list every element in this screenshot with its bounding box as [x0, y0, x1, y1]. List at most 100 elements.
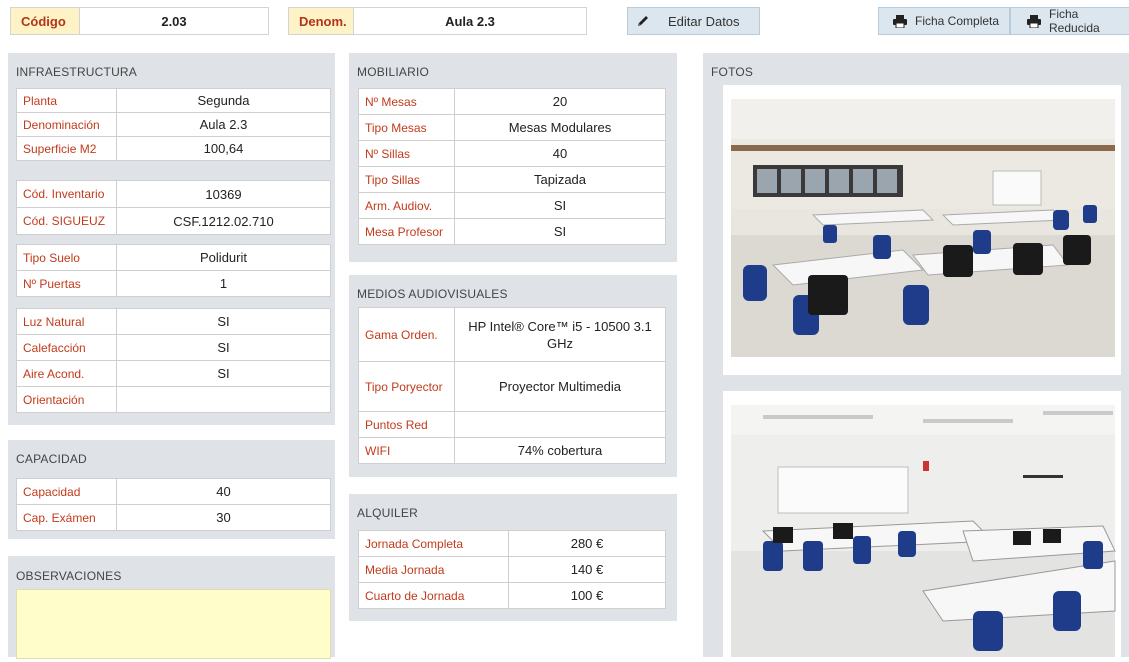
codigo-value: 2.03: [161, 13, 187, 29]
alquiler-title: ALQUILER: [357, 506, 418, 520]
row-value: 10369: [116, 180, 331, 208]
row-value: 30: [116, 504, 331, 531]
row-value: 1: [116, 270, 331, 297]
denom-value: Aula 2.3: [445, 13, 495, 29]
table-row: Planta Segunda: [16, 88, 331, 113]
row-label: Puntos Red: [358, 411, 455, 438]
ficha-reducida-button[interactable]: Ficha Reducida: [1010, 7, 1129, 35]
row-value: SI: [454, 218, 666, 245]
table-row: Nº Puertas 1: [16, 270, 331, 297]
row-value: HP Intel® Core™ i5 - 10500 3.1 GHz: [454, 307, 666, 362]
table-row: Denominación Aula 2.3: [16, 112, 331, 137]
edit-data-button[interactable]: Editar Datos: [627, 7, 760, 35]
table-row: Cap. Exámen 30: [16, 504, 331, 531]
row-label: Gama Orden.: [358, 307, 455, 362]
row-value: 74% cobertura: [454, 437, 666, 464]
row-label: Calefacción: [16, 334, 117, 361]
row-label: Nº Puertas: [16, 270, 117, 297]
row-label: Planta: [16, 88, 117, 113]
row-value: Aula 2.3: [116, 112, 331, 137]
alquiler-table: Jornada Completa 280 € Media Jornada 140 €…: [358, 530, 666, 609]
row-value: 100,64: [116, 136, 331, 161]
infraestructura-table-3: Tipo Suelo Polidurit Nº Puertas 1: [16, 244, 331, 297]
row-label: Tipo Suelo: [16, 244, 117, 271]
table-row: Gama Orden. HP Intel® Core™ i5 - 10500 3.…: [358, 307, 666, 362]
table-row: Calefacción SI: [16, 334, 331, 361]
capacidad-title: CAPACIDAD: [16, 452, 87, 466]
row-label: Nº Sillas: [358, 140, 455, 167]
printer-icon: [1027, 14, 1041, 28]
codigo-value-field: 2.03: [79, 7, 269, 35]
row-value: SI: [116, 334, 331, 361]
row-label: Aire Acond.: [16, 360, 117, 387]
medios-panel: MEDIOS AUDIOVISUALES Gama Orden. HP Intel…: [349, 275, 677, 477]
infraestructura-table-4: Luz Natural SI Calefacción SI Aire Acond. S…: [16, 308, 331, 413]
mobiliario-panel: MOBILIARIO Nº Mesas 20 Tipo Mesas Mesas Mo…: [349, 53, 677, 262]
denom-value-field: Aula 2.3: [353, 7, 587, 35]
row-value: 40: [116, 478, 331, 505]
table-row: Mesa Profesor SI: [358, 218, 666, 245]
row-label: Mesa Profesor: [358, 218, 455, 245]
table-row: Puntos Red: [358, 411, 666, 438]
pencil-icon: [636, 14, 650, 28]
row-value: [116, 386, 331, 413]
ficha-completa-label: Ficha Completa: [915, 14, 1000, 28]
row-value: Proyector Multimedia: [454, 361, 666, 412]
classroom-photo-1[interactable]: [723, 85, 1121, 375]
denom-label: Denom.: [299, 13, 347, 29]
row-label: Nº Mesas: [358, 88, 455, 115]
row-value: 280 €: [508, 530, 666, 557]
row-label: Cód. Inventario: [16, 180, 117, 208]
table-row: Tipo Poryector Proyector Multimedia: [358, 361, 666, 412]
row-value: 20: [454, 88, 666, 115]
infraestructura-panel: INFRAESTRUCTURA Planta Segunda Denominaci…: [8, 53, 335, 425]
row-label: Jornada Completa: [358, 530, 509, 557]
row-label: Arm. Audiov.: [358, 192, 455, 219]
classroom-photo-1-image: [731, 99, 1115, 357]
classroom-photo-2[interactable]: [723, 391, 1121, 657]
codigo-label: Código: [21, 13, 66, 29]
row-label: Superficie M2: [16, 136, 117, 161]
alquiler-panel: ALQUILER Jornada Completa 280 € Media Jor…: [349, 494, 677, 621]
ficha-completa-button[interactable]: Ficha Completa: [878, 7, 1010, 35]
row-value: SI: [116, 308, 331, 335]
infraestructura-table-2: Cód. Inventario 10369 Cód. SIGUEUZ CSF.121…: [16, 180, 331, 235]
capacidad-table: Capacidad 40 Cap. Exámen 30: [16, 478, 331, 531]
row-label: Cap. Exámen: [16, 504, 117, 531]
table-row: Cód. SIGUEUZ CSF.1212.02.710: [16, 207, 331, 235]
edit-data-label: Editar Datos: [668, 13, 740, 29]
row-label: Tipo Mesas: [358, 114, 455, 141]
table-row: Cuarto de Jornada 100 €: [358, 582, 666, 609]
fotos-panel: FOTOS: [703, 53, 1129, 657]
mobiliario-title: MOBILIARIO: [357, 65, 430, 79]
row-value: Segunda: [116, 88, 331, 113]
infraestructura-title: INFRAESTRUCTURA: [16, 65, 138, 79]
row-label: Denominación: [16, 112, 117, 137]
row-label: Tipo Sillas: [358, 166, 455, 193]
table-row: Nº Mesas 20: [358, 88, 666, 115]
row-value: CSF.1212.02.710: [116, 207, 331, 235]
codigo-label-box: Código: [10, 7, 80, 35]
ficha-reducida-label: Ficha Reducida: [1049, 7, 1100, 35]
row-label: Orientación: [16, 386, 117, 413]
table-row: Capacidad 40: [16, 478, 331, 505]
table-row: Jornada Completa 280 €: [358, 530, 666, 557]
table-row: Superficie M2 100,64: [16, 136, 331, 161]
observaciones-panel: OBSERVACIONES: [8, 556, 335, 659]
fotos-title: FOTOS: [711, 65, 754, 79]
classroom-photo-2-image: [731, 405, 1116, 657]
table-row: Media Jornada 140 €: [358, 556, 666, 583]
medios-title: MEDIOS AUDIOVISUALES: [357, 287, 508, 301]
denom-label-box: Denom.: [288, 7, 354, 35]
row-value: Polidurit: [116, 244, 331, 271]
printer-icon: [893, 14, 907, 28]
observaciones-textarea[interactable]: [16, 589, 331, 659]
table-row: Luz Natural SI: [16, 308, 331, 335]
capacidad-panel: CAPACIDAD Capacidad 40 Cap. Exámen 30: [8, 440, 335, 539]
row-value: 100 €: [508, 582, 666, 609]
infraestructura-table-1: Planta Segunda Denominación Aula 2.3 Super…: [16, 88, 331, 161]
row-label: Media Jornada: [358, 556, 509, 583]
row-value: SI: [454, 192, 666, 219]
row-label: Luz Natural: [16, 308, 117, 335]
row-value: Tapizada: [454, 166, 666, 193]
